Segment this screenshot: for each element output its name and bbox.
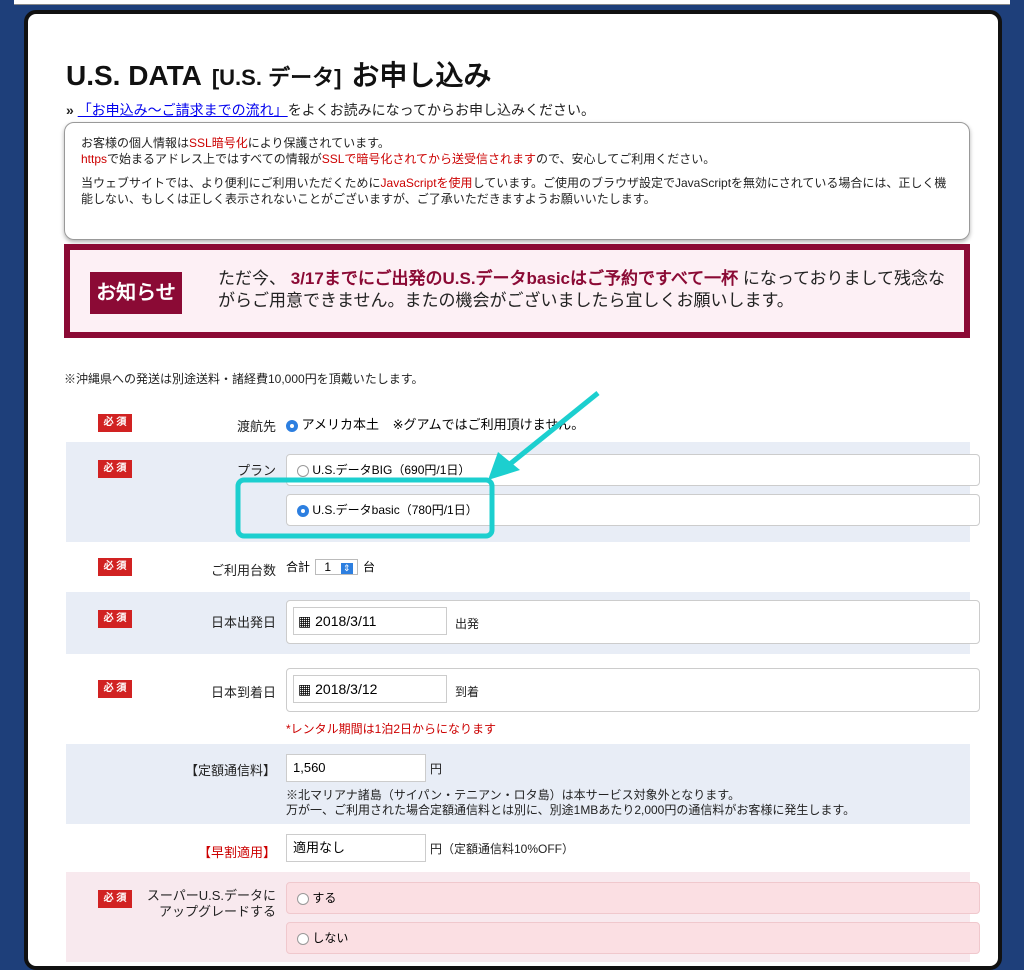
- units-control: 合計 1 ⇕ 台: [286, 558, 375, 575]
- info-text: ので、安心してご利用ください。: [536, 152, 716, 166]
- units-select[interactable]: 1 ⇕: [315, 559, 358, 575]
- required-badge: 必 須: [98, 610, 132, 628]
- units-prefix: 合計: [286, 560, 311, 574]
- radio-unselected-icon[interactable]: [297, 892, 309, 905]
- notice-text-part: ただ今、: [218, 269, 286, 288]
- required-badge: 必 須: [98, 558, 132, 576]
- info-text: により保護されています。: [247, 136, 390, 150]
- fee-note: ※北マリアナ諸島（サイパン・テニアン・ロタ島）は本サービス対象外となります。: [286, 788, 741, 802]
- upgrade-label-line: アップグレードする: [158, 904, 276, 919]
- units-suffix: 台: [362, 560, 375, 574]
- info-text: お客様の個人情報は: [81, 136, 190, 150]
- radio-selected-icon[interactable]: [286, 419, 298, 432]
- title-bracket: [U.S. データ]: [211, 65, 342, 90]
- early-label: 【早割適用】: [197, 845, 276, 860]
- plan-option-basic[interactable]: U.S.データbasic（780円/1日）: [286, 494, 980, 526]
- plan-label: プラン: [236, 463, 276, 478]
- radio-unselected-icon[interactable]: [297, 464, 309, 477]
- arrival-suffix: 到着: [455, 685, 480, 699]
- plan-option-big[interactable]: U.S.データBIG（690円/1日）: [286, 454, 980, 486]
- arrival-row: 必 須 日本到着日 ▦ 2018/3/12 到着 *レンタル期間は1泊2日からに…: [66, 660, 980, 740]
- okinawa-note: ※沖縄県への発送は別途送料・諸経費10,000円を頂戴いたします。: [64, 372, 424, 386]
- subline-prefix: »: [66, 102, 74, 118]
- page-title: U.S. DATA [U.S. データ] お申し込み: [66, 54, 491, 94]
- rental-period-note: *レンタル期間は1泊2日からになります: [286, 722, 497, 736]
- departure-date-value: 2018/3/11: [315, 613, 377, 629]
- departure-suffix: 出発: [455, 617, 480, 631]
- calendar-icon: ▦: [298, 681, 316, 697]
- arrival-label: 日本到着日: [210, 685, 276, 700]
- info-text: で始まるアドレス上ではすべての情報が: [107, 152, 322, 166]
- arrival-date-input[interactable]: ▦ 2018/3/12: [293, 675, 447, 703]
- plan-option-label: U.S.データbasic（780円/1日）: [312, 503, 478, 517]
- destination-option-label: アメリカ本土: [301, 417, 379, 432]
- fee-note: 万が一、ご利用された場合定額通信料とは別に、別途1MBあたり2,000円の通信料…: [286, 803, 856, 817]
- info-text-red: SSLで暗号化されてから送受信されます: [321, 152, 537, 166]
- required-badge: 必 須: [98, 414, 132, 432]
- fee-notes: ※北マリアナ諸島（サイパン・テニアン・ロタ島）は本サービス対象外となります。 万…: [286, 788, 855, 818]
- early-input[interactable]: 適用なし: [286, 834, 426, 862]
- early-value: 適用なし: [293, 840, 346, 855]
- upgrade-option-no[interactable]: しない: [286, 922, 980, 954]
- departure-box: ▦ 2018/3/11 出発: [286, 600, 980, 644]
- destination-option[interactable]: アメリカ本土 ※グアムではご利用頂けません。: [286, 414, 584, 433]
- application-panel: U.S. DATA [U.S. データ] お申し込み » 「お申込み〜ご請求までの流…: [24, 10, 1002, 970]
- arrival-date-value: 2018/3/12: [315, 681, 378, 697]
- radio-selected-icon[interactable]: [297, 504, 309, 517]
- info-text-red: https: [81, 152, 108, 166]
- departure-label: 日本出発日: [210, 615, 276, 630]
- units-label: ご利用台数: [210, 563, 276, 578]
- departure-date-input[interactable]: ▦ 2018/3/11: [293, 607, 447, 635]
- flow-link[interactable]: 「お申込み〜ご請求までの流れ」: [78, 102, 288, 118]
- destination-row: 必 須 渡航先 アメリカ本土 ※グアムではご利用頂けません。: [66, 408, 970, 438]
- notice-highlight: 3/17までにご出発のU.S.データbasicはご予約ですべて一杯: [290, 269, 739, 288]
- early-discount-row: 【早割適用】 適用なし 円（定額通信料10%OFF）: [66, 828, 970, 870]
- radio-unselected-icon[interactable]: [297, 932, 309, 945]
- security-info-box: お客様の個人情報はSSL暗号化により保護されています。 httpsで始まるアドレ…: [64, 122, 970, 240]
- units-value: 1: [324, 560, 332, 574]
- fee-row: 【定額通信料】 1,560 円 ※北マリアナ諸島（サイパン・テニアン・ロタ島）は…: [66, 744, 970, 824]
- required-badge: 必 須: [98, 890, 132, 908]
- plan-row: 必 須 プラン U.S.データBIG（690円/1日） U.S.データbasic…: [66, 442, 980, 542]
- early-suffix: 円（定額通信料10%OFF）: [430, 842, 575, 856]
- subline: » 「お申込み〜ご請求までの流れ」をよくお読みになってからお申し込みください。: [66, 100, 595, 120]
- upgrade-option-label: する: [312, 891, 337, 905]
- notice-badge: お知らせ: [90, 272, 182, 314]
- fee-value: 1,560: [293, 760, 326, 775]
- stepper-icon[interactable]: ⇕: [341, 563, 353, 574]
- upgrade-option-label: しない: [312, 931, 349, 945]
- plan-option-label: U.S.データBIG（690円/1日）: [312, 463, 471, 477]
- title-action: お申し込み: [351, 60, 492, 91]
- notice-text: ただ今、 3/17までにご出発のU.S.データbasicはご予約ですべて一杯 に…: [218, 268, 958, 312]
- info-text-red: SSL暗号化: [189, 136, 248, 150]
- subline-text: をよくお読みになってからお申し込みください。: [287, 102, 595, 118]
- top-strip: [14, 0, 1010, 5]
- fee-label: 【定額通信料】: [184, 763, 276, 778]
- upgrade-row: 必 須 スーパーU.S.データに アップグレードする する しない: [66, 872, 980, 962]
- upgrade-label-line: スーパーU.S.データに: [146, 888, 276, 903]
- upgrade-option-yes[interactable]: する: [286, 882, 980, 914]
- fee-input[interactable]: 1,560: [286, 754, 426, 782]
- departure-row: 必 須 日本出発日 ▦ 2018/3/11 出発: [66, 592, 980, 654]
- required-badge: 必 須: [98, 680, 132, 698]
- fee-suffix: 円: [430, 762, 443, 776]
- info-text: 当ウェブサイトでは、より便利にご利用いただくために: [81, 176, 381, 190]
- units-row: 必 須 ご利用台数 合計 1 ⇕ 台: [66, 548, 970, 584]
- info-text-red: JavaScriptを使用: [380, 176, 473, 190]
- guam-note: ※グアムではご利用頂けません。: [392, 417, 585, 432]
- required-badge: 必 須: [98, 460, 132, 478]
- notice-box: お知らせ ただ今、 3/17までにご出発のU.S.データbasicはご予約ですべ…: [64, 244, 970, 338]
- calendar-icon: ▦: [298, 613, 316, 629]
- destination-label: 渡航先: [236, 419, 276, 434]
- title-main: U.S. DATA: [66, 60, 202, 91]
- arrival-box: ▦ 2018/3/12 到着: [286, 668, 980, 712]
- upgrade-label: スーパーU.S.データに アップグレードする: [147, 888, 276, 920]
